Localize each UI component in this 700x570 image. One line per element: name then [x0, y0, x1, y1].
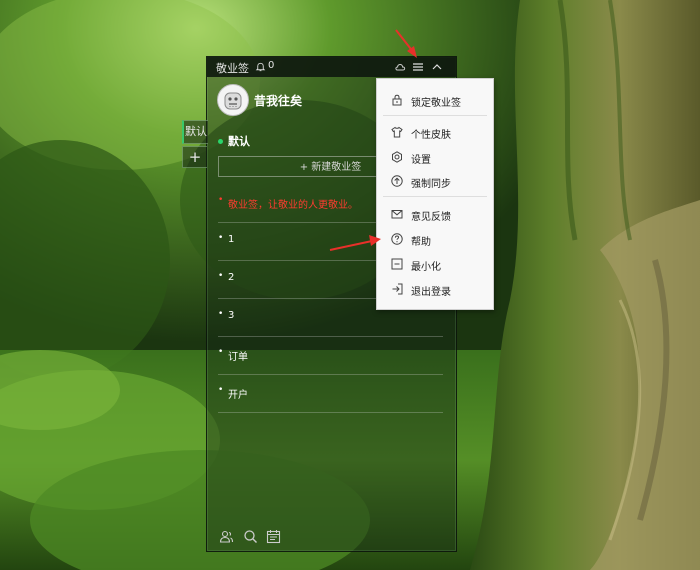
arrow-to-menu-icon	[395, 29, 417, 58]
annotation-arrows	[329, 29, 417, 251]
arrow-to-help-item	[329, 235, 381, 251]
